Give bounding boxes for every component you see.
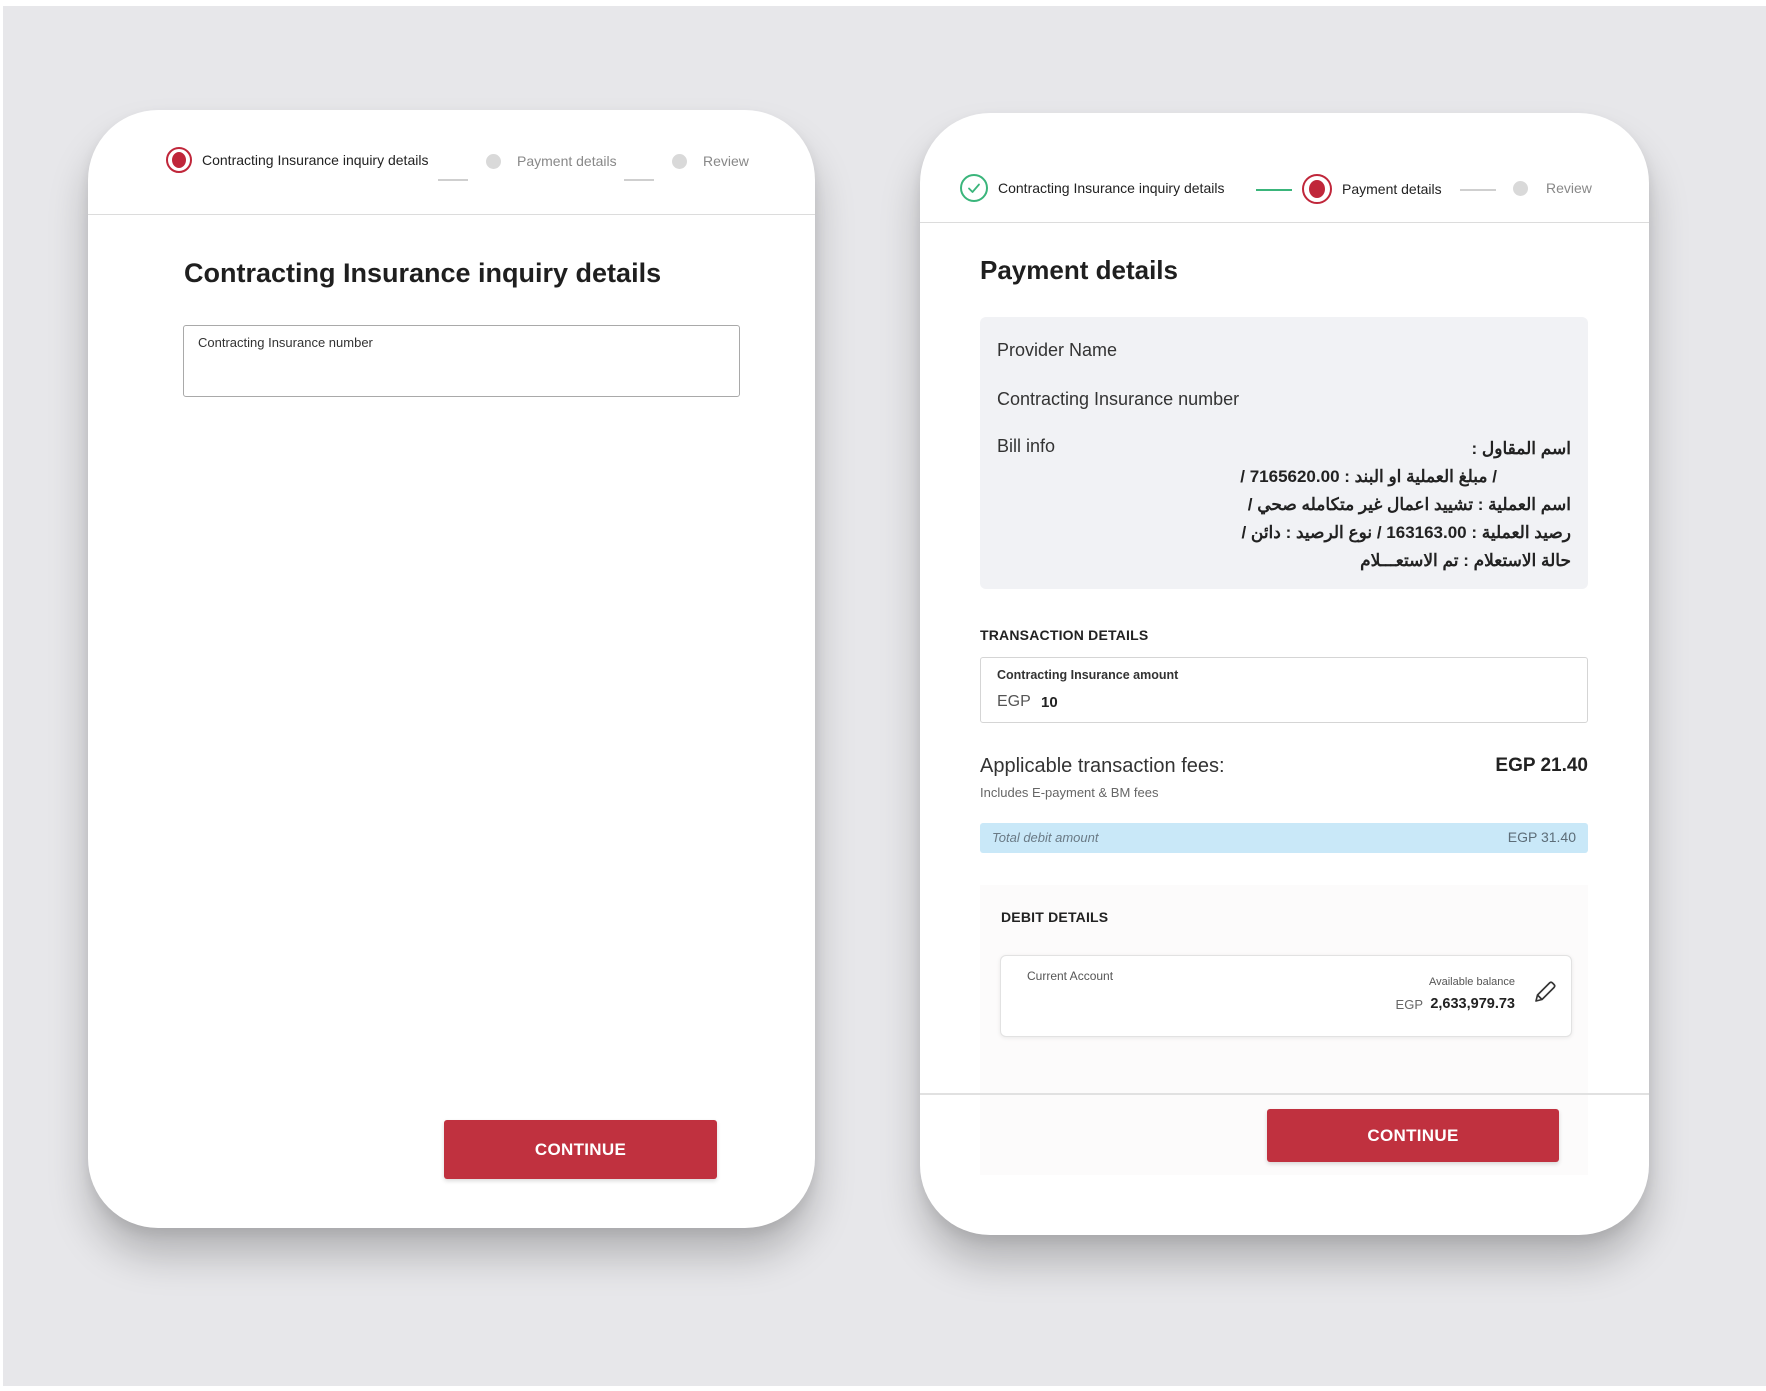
- bill-info-text: اسم المقاول : / مبلغ العملية او البند : …: [1151, 435, 1571, 575]
- idle-step-indicator: [486, 153, 501, 169]
- total-debit-label: Total debit amount: [992, 830, 1099, 845]
- bill-line: حالة الاستعلام : تم الاستعـــلام: [1360, 551, 1571, 570]
- continue-button[interactable]: CONTINUE: [1267, 1109, 1559, 1162]
- active-step-indicator: [166, 147, 192, 173]
- inquiry-details-screen: Contracting Insurance inquiry details Pa…: [88, 110, 815, 1228]
- fees-value: EGP 21.40: [1495, 755, 1588, 776]
- step-label: Contracting Insurance inquiry details: [202, 152, 429, 168]
- step-review[interactable]: Review: [672, 153, 749, 169]
- step-label: Review: [1546, 180, 1592, 196]
- balance-currency: EGP: [1395, 997, 1423, 1012]
- balance-value: 2,633,979.73: [1430, 996, 1515, 1012]
- fees-subtext: Includes E-payment & BM fees: [980, 785, 1159, 800]
- step-payment-details[interactable]: Payment details: [486, 153, 617, 169]
- insurance-number-label: Contracting Insurance number: [997, 389, 1240, 409]
- bill-info-label: Bill info: [997, 436, 1056, 456]
- page-title: Contracting Insurance inquiry details: [184, 258, 662, 288]
- footer-divider: [920, 1093, 1649, 1095]
- step-label: Payment details: [517, 153, 617, 169]
- insurance-amount-field[interactable]: Contracting Insurance amount EGP 10: [980, 657, 1588, 723]
- pencil-icon[interactable]: [1531, 978, 1559, 1006]
- bill-line: / مبلغ العملية او البند : 7165620.00 /: [1240, 467, 1497, 486]
- provider-name-label: Provider Name: [997, 340, 1118, 360]
- available-balance-label: Available balance: [1428, 976, 1515, 988]
- debit-account-card[interactable]: Current Account Available balance EGP 2,…: [1000, 955, 1572, 1037]
- stepper: Contracting Insurance inquiry details Pa…: [88, 110, 815, 215]
- idle-step-indicator: [672, 153, 687, 169]
- step-inquiry-details[interactable]: Contracting Insurance inquiry details: [960, 174, 1224, 202]
- total-debit-value: EGP 31.40: [1507, 829, 1576, 845]
- amount-currency: EGP: [997, 693, 1031, 710]
- active-step-indicator: [1302, 174, 1332, 204]
- step-payment-details[interactable]: Payment details: [1302, 174, 1442, 204]
- idle-step-indicator: [1513, 180, 1528, 196]
- account-type: Current Account: [1027, 969, 1114, 983]
- payment-details-screen: Contracting Insurance inquiry details Pa…: [920, 113, 1649, 1235]
- bill-line: رصيد العملية : 163163.00 / نوع الرصيد : …: [1241, 523, 1571, 542]
- debit-details-heading: DEBIT DETAILS: [1001, 909, 1109, 925]
- step-label: Payment details: [1342, 181, 1442, 197]
- step-review[interactable]: Review: [1513, 180, 1592, 196]
- bill-line: اسم المقاول :: [1471, 439, 1571, 458]
- step-connector: [438, 179, 468, 181]
- step-inquiry-details[interactable]: Contracting Insurance inquiry details: [166, 147, 428, 173]
- bill-info-panel: Provider Name Contracting Insurance numb…: [980, 317, 1588, 589]
- step-label: Review: [703, 153, 749, 169]
- total-debit-bar: Total debit amount EGP 31.40: [980, 823, 1588, 853]
- insurance-number-input[interactable]: Contracting Insurance number: [183, 325, 740, 397]
- amount-label: Contracting Insurance amount: [997, 668, 1179, 682]
- transaction-details-heading: TRANSACTION DETAILS: [980, 627, 1149, 643]
- bill-line: اسم العملية : تشييد اعمال غير متكامله صح…: [1247, 495, 1571, 514]
- check-icon: [960, 174, 988, 202]
- page-title: Payment details: [980, 255, 1178, 285]
- stepper: Contracting Insurance inquiry details Pa…: [920, 113, 1649, 223]
- step-connector: [1256, 189, 1292, 191]
- step-label: Contracting Insurance inquiry details: [998, 180, 1225, 196]
- continue-button[interactable]: CONTINUE: [444, 1120, 717, 1179]
- fees-label: Applicable transaction fees:: [980, 755, 1225, 777]
- step-connector: [624, 179, 654, 181]
- input-label: Contracting Insurance number: [198, 335, 373, 350]
- amount-value: 10: [1041, 694, 1058, 711]
- step-connector: [1460, 189, 1496, 191]
